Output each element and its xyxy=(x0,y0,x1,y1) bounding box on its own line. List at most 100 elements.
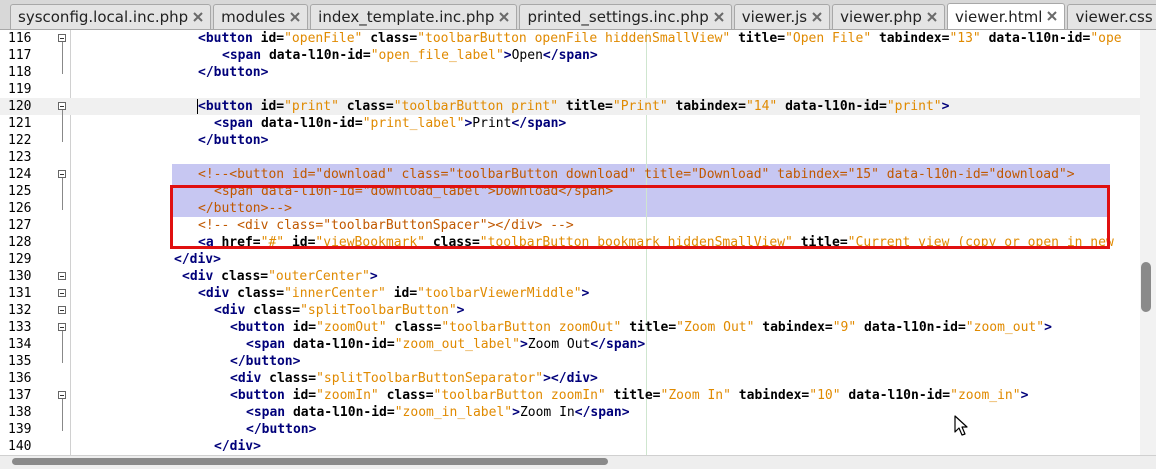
code-text: </div> xyxy=(174,251,221,268)
fold-minus-icon[interactable] xyxy=(58,306,66,314)
tab-index-template-inc-php[interactable]: index_template.inc.php xyxy=(310,4,518,29)
code-line[interactable]: 132 <div class="splitToolbarButton"> xyxy=(0,302,1140,319)
line-number: 140 xyxy=(8,439,32,454)
code-line[interactable]: 137 <button id="zoomIn" class="toolbarBut… xyxy=(0,387,1140,404)
code-token: "Zoom In" xyxy=(660,388,731,403)
fold-minus-icon[interactable] xyxy=(58,34,66,42)
line-number: 123 xyxy=(8,150,32,165)
code-token: Zoom Out xyxy=(527,337,591,352)
close-icon[interactable] xyxy=(713,11,725,23)
code-line[interactable]: 121 <span data-l10n-id="print_label">Prin… xyxy=(0,115,1140,132)
code-line[interactable]: 118 </button> xyxy=(0,64,1140,81)
fold-minus-icon[interactable] xyxy=(58,272,66,280)
code-line[interactable]: 134 <span data-l10n-id="zoom_out_label">Z… xyxy=(0,336,1140,353)
close-icon[interactable] xyxy=(498,11,510,23)
code-line[interactable]: 138 <span data-l10n-id="zoom_in_label">Zo… xyxy=(0,404,1140,421)
vertical-scrollbar[interactable] xyxy=(1140,30,1156,455)
line-number: 139 xyxy=(8,422,32,437)
code-line[interactable]: 136 <div class="splitToolbarButtonSeparat… xyxy=(0,370,1140,387)
text-caret xyxy=(197,99,198,114)
code-token: class= xyxy=(237,286,285,301)
tab-sysconfig-local-inc-php[interactable]: sysconfig.local.inc.php xyxy=(10,4,212,29)
code-line[interactable]: 123 xyxy=(0,149,1140,166)
code-token: <button xyxy=(198,31,261,46)
close-icon[interactable] xyxy=(289,11,301,23)
code-token: > xyxy=(519,337,528,352)
close-icon[interactable] xyxy=(192,11,204,23)
code-token: <span xyxy=(214,116,261,131)
code-line[interactable]: 116 <button id="openFile" class="toolbarB… xyxy=(0,30,1140,47)
tab-viewer-php[interactable]: viewer.php xyxy=(832,4,945,29)
tab-label: viewer.css xyxy=(1075,8,1153,26)
code-token: class= xyxy=(394,320,442,335)
code-token: <button xyxy=(198,99,261,114)
code-token: "print_label" xyxy=(362,116,465,131)
code-editor[interactable]: 116 <button id="openFile" class="toolbarB… xyxy=(0,30,1156,455)
code-text: <!--<button id="download" class="toolbar… xyxy=(198,166,1075,183)
code-text: </button> xyxy=(230,353,300,370)
code-line[interactable]: 129 </div> xyxy=(0,251,1140,268)
code-line[interactable]: 119 xyxy=(0,81,1140,98)
code-line[interactable]: 135 </button> xyxy=(0,353,1140,370)
line-number: 135 xyxy=(8,354,32,369)
line-number: 118 xyxy=(8,65,32,80)
code-token: "toolbarButton openFile hiddenSmallView" xyxy=(417,31,731,46)
code-line[interactable]: 122 </button> xyxy=(0,132,1140,149)
tab-viewer-js[interactable]: viewer.js xyxy=(733,4,831,29)
line-number: 132 xyxy=(8,303,32,318)
code-line[interactable]: 120 <button id="print" class="toolbarButt… xyxy=(0,98,1140,115)
close-icon[interactable] xyxy=(926,11,938,23)
fold-minus-icon[interactable] xyxy=(58,289,66,297)
code-token: title= xyxy=(629,320,677,335)
line-number: 130 xyxy=(8,269,32,284)
line-number: 134 xyxy=(8,337,32,352)
code-token: ></div> xyxy=(543,371,598,386)
tab-viewer-html[interactable]: viewer.html xyxy=(946,3,1066,29)
code-line[interactable]: 140 </div> xyxy=(0,438,1140,455)
tab-modules[interactable]: modules xyxy=(213,4,309,29)
code-token: "Zoom Out" xyxy=(676,320,755,335)
code-line[interactable]: 139 </button> xyxy=(0,421,1140,438)
fold-minus-icon[interactable] xyxy=(58,102,66,110)
code-token: tabindex= xyxy=(675,99,746,114)
code-token: <div xyxy=(198,286,238,301)
code-token: "print" xyxy=(284,99,339,114)
tab-printed-settings-inc-php[interactable]: printed_settings.inc.php xyxy=(519,4,732,29)
line-number: 125 xyxy=(8,184,32,199)
code-token: > xyxy=(1044,320,1052,335)
annotation-red-box xyxy=(170,185,1110,249)
fold-minus-icon[interactable] xyxy=(58,391,66,399)
tab-viewer-css[interactable]: viewer.css xyxy=(1067,4,1156,29)
code-line[interactable]: 117 <span data-l10n-id="open_file_label">… xyxy=(0,47,1140,64)
code-line[interactable]: 131 <div class="innerCenter" id="toolbarV… xyxy=(0,285,1140,302)
code-token: class= xyxy=(386,388,434,403)
code-line[interactable]: 133 <button id="zoomOut" class="toolbarBu… xyxy=(0,319,1140,336)
fold-minus-icon[interactable] xyxy=(58,170,66,178)
code-token: </button> xyxy=(198,133,269,148)
fold-minus-icon[interactable] xyxy=(58,323,66,331)
code-token: title= xyxy=(565,99,613,114)
code-token: > xyxy=(941,99,950,114)
code-line[interactable]: 124 <!--<button id="download" class="tool… xyxy=(0,166,1140,183)
code-token: </span> xyxy=(590,337,646,352)
code-token: "9" xyxy=(832,320,857,335)
code-line[interactable]: 130 <div class="outerCenter"> xyxy=(0,268,1140,285)
line-number: 126 xyxy=(8,201,32,216)
code-token: "zoomIn" xyxy=(316,388,379,403)
close-icon[interactable] xyxy=(811,11,823,23)
close-icon[interactable] xyxy=(1046,10,1058,22)
vertical-scrollbar-thumb[interactable] xyxy=(1141,262,1151,312)
tab-strip: sysconfig.local.inc.php modules index_temp… xyxy=(10,3,1156,29)
code-token: id= xyxy=(260,99,285,114)
tab-label: sysconfig.local.inc.php xyxy=(18,8,189,26)
horizontal-scrollbar-thumb[interactable] xyxy=(12,458,608,465)
code-token: class= xyxy=(346,99,394,114)
line-number: 136 xyxy=(8,371,32,386)
code-text: </button> xyxy=(246,421,316,438)
